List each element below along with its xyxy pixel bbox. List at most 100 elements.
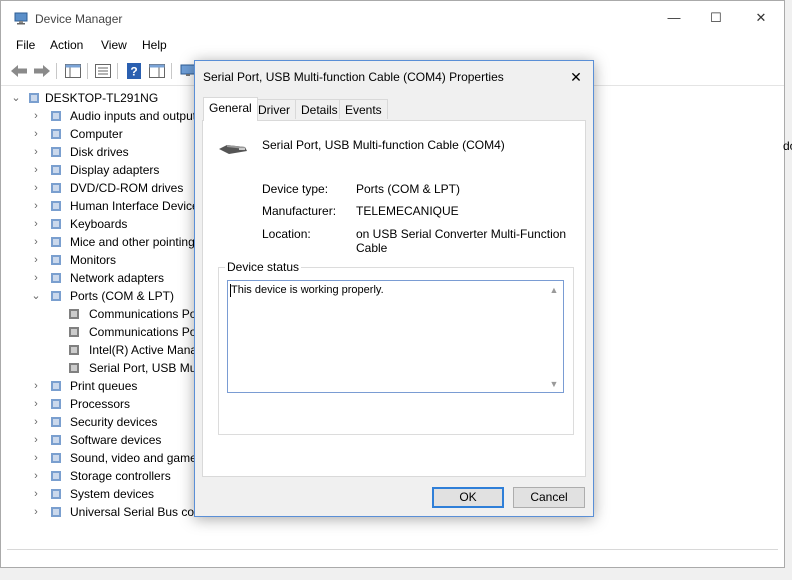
display-adapter-icon [49, 163, 63, 177]
dialog-close-button[interactable]: ✕ [565, 67, 587, 87]
menu-file[interactable]: File [16, 38, 35, 52]
toolbar-separator [117, 63, 118, 79]
tree-category[interactable]: › Display adapters [7, 161, 189, 179]
minimize-button[interactable]: — [660, 7, 688, 29]
computer-icon [49, 127, 63, 141]
expand-chevron-icon[interactable]: › [31, 485, 41, 503]
toolbar-separator [171, 63, 172, 79]
port-device-icon [67, 307, 81, 321]
storage-controller-icon [49, 469, 63, 483]
expand-chevron-icon[interactable]: › [31, 215, 41, 233]
printer-icon [49, 379, 63, 393]
scroll-down-arrow-icon[interactable]: ▼ [549, 379, 559, 389]
tree-device[interactable]: Communications Port (COM1) [7, 305, 250, 323]
collapse-chevron-icon[interactable]: ⌄ [11, 89, 21, 107]
expand-chevron-icon[interactable]: › [31, 197, 41, 215]
tree-item-label: Storage controllers [70, 469, 171, 483]
port-device-icon [67, 325, 81, 339]
tree-category[interactable]: › Disk drives [7, 143, 189, 161]
menu-help[interactable]: Help [142, 38, 167, 52]
expand-chevron-icon[interactable]: › [31, 251, 41, 269]
tree-device[interactable]: Serial Port, USB Multi-function Cable (C… [7, 359, 332, 377]
tree-category[interactable]: › Human Interface Devices [7, 197, 205, 215]
menu-bar: File Action View Help [1, 35, 784, 57]
properties-icon[interactable] [93, 61, 113, 81]
expand-chevron-icon[interactable]: › [31, 431, 41, 449]
tree-category[interactable]: › Storage controllers [7, 467, 189, 485]
port-icon [49, 289, 63, 303]
expand-chevron-icon[interactable]: › [31, 377, 41, 395]
tree-category[interactable]: › Sound, video and game controllers [7, 449, 255, 467]
background-text-fragment: do [783, 139, 792, 153]
tree-item-label: Ports (COM & LPT) [70, 289, 175, 303]
tree-category[interactable]: › Mice and other pointing devices [7, 233, 239, 251]
tree-category[interactable]: › Audio inputs and outputs [7, 107, 202, 125]
scroll-up-arrow-icon[interactable]: ▲ [549, 285, 559, 295]
ok-button[interactable]: OK [432, 487, 504, 508]
action-pane-icon[interactable] [147, 61, 167, 81]
close-button[interactable]: ✕ [747, 7, 775, 29]
expand-chevron-icon[interactable]: › [31, 503, 41, 521]
expand-chevron-icon[interactable]: › [31, 179, 41, 197]
forward-arrow-icon[interactable] [32, 61, 52, 81]
tree-category[interactable]: › Processors [7, 395, 189, 413]
tree-category[interactable]: › Print queues [7, 377, 189, 395]
tree-category[interactable]: › Software devices [7, 431, 189, 449]
expand-chevron-icon[interactable]: › [31, 413, 41, 431]
maximize-button[interactable]: ☐ [702, 7, 730, 29]
tree-device[interactable]: Intel(R) Active Management [7, 341, 237, 359]
cancel-button[interactable]: Cancel [513, 487, 585, 508]
expand-chevron-icon[interactable]: › [31, 125, 41, 143]
window-title: Device Manager [35, 12, 123, 26]
toolbar-separator [56, 63, 57, 79]
tree-category[interactable]: › Network adapters [7, 269, 189, 287]
tree-category[interactable]: › Security devices [7, 413, 189, 431]
dialog-title: Serial Port, USB Multi-function Cable (C… [203, 70, 504, 84]
system-device-icon [49, 487, 63, 501]
tree-category[interactable]: › Keyboards [7, 215, 189, 233]
location-value: on USB Serial Converter Multi-Function C… [356, 227, 567, 255]
tree-item-label: Monitors [70, 253, 117, 267]
tree-category[interactable]: › System devices [7, 485, 189, 503]
security-device-icon [49, 415, 63, 429]
back-arrow-icon[interactable] [9, 61, 29, 81]
expand-chevron-icon[interactable]: › [31, 467, 41, 485]
speaker-icon [49, 109, 63, 123]
title-bar[interactable]: Device Manager — ☐ ✕ [1, 1, 784, 35]
expand-chevron-icon[interactable]: › [31, 107, 41, 125]
menu-action[interactable]: Action [50, 38, 83, 52]
show-hide-console-tree-icon[interactable] [63, 61, 83, 81]
tree-item-label: Disk drives [70, 145, 129, 159]
tab-driver[interactable]: Driver [252, 99, 296, 119]
tree-root-computer[interactable]: ⌄ DESKTOP-TL291NG [7, 89, 189, 107]
tab-events[interactable]: Events [339, 99, 388, 119]
expand-chevron-icon[interactable]: › [31, 161, 41, 179]
device-name: Serial Port, USB Multi-function Cable (C… [262, 138, 505, 152]
expand-chevron-icon[interactable]: › [31, 143, 41, 161]
device-status-label: Device status [225, 260, 302, 274]
expand-chevron-icon[interactable]: › [31, 233, 41, 251]
svg-text:?: ? [130, 65, 137, 79]
tree-item-label: Security devices [70, 415, 158, 429]
expand-chevron-icon[interactable]: › [31, 269, 41, 287]
manufacturer-label: Manufacturer: [262, 204, 337, 218]
tree-item-label: DESKTOP-TL291NG [45, 91, 159, 105]
menu-view[interactable]: View [101, 38, 127, 52]
tree-category[interactable]: › DVD/CD-ROM drives [7, 179, 189, 197]
tree-device[interactable]: Communications Port (COM2) [7, 323, 250, 341]
expand-chevron-icon[interactable]: › [31, 449, 41, 467]
tree-item-label: Keyboards [70, 217, 128, 231]
expand-chevron-icon[interactable]: › [31, 395, 41, 413]
tree-category[interactable]: › Universal Serial Bus controllers [7, 503, 237, 521]
tab-details[interactable]: Details [295, 99, 344, 119]
device-status-textbox[interactable]: This device is working properly. ▲ ▼ [227, 280, 564, 393]
tree-category[interactable]: › Computer [7, 125, 189, 143]
keyboard-icon [49, 217, 63, 231]
tab-general[interactable]: General [203, 97, 258, 121]
help-icon[interactable]: ? [124, 61, 144, 81]
tree-category[interactable]: ⌄ Ports (COM & LPT) [7, 287, 189, 305]
tree-category[interactable]: › Monitors [7, 251, 189, 269]
usb-icon [49, 505, 63, 519]
collapse-chevron-icon[interactable]: ⌄ [31, 287, 41, 305]
tree-item-label: System devices [70, 487, 155, 501]
